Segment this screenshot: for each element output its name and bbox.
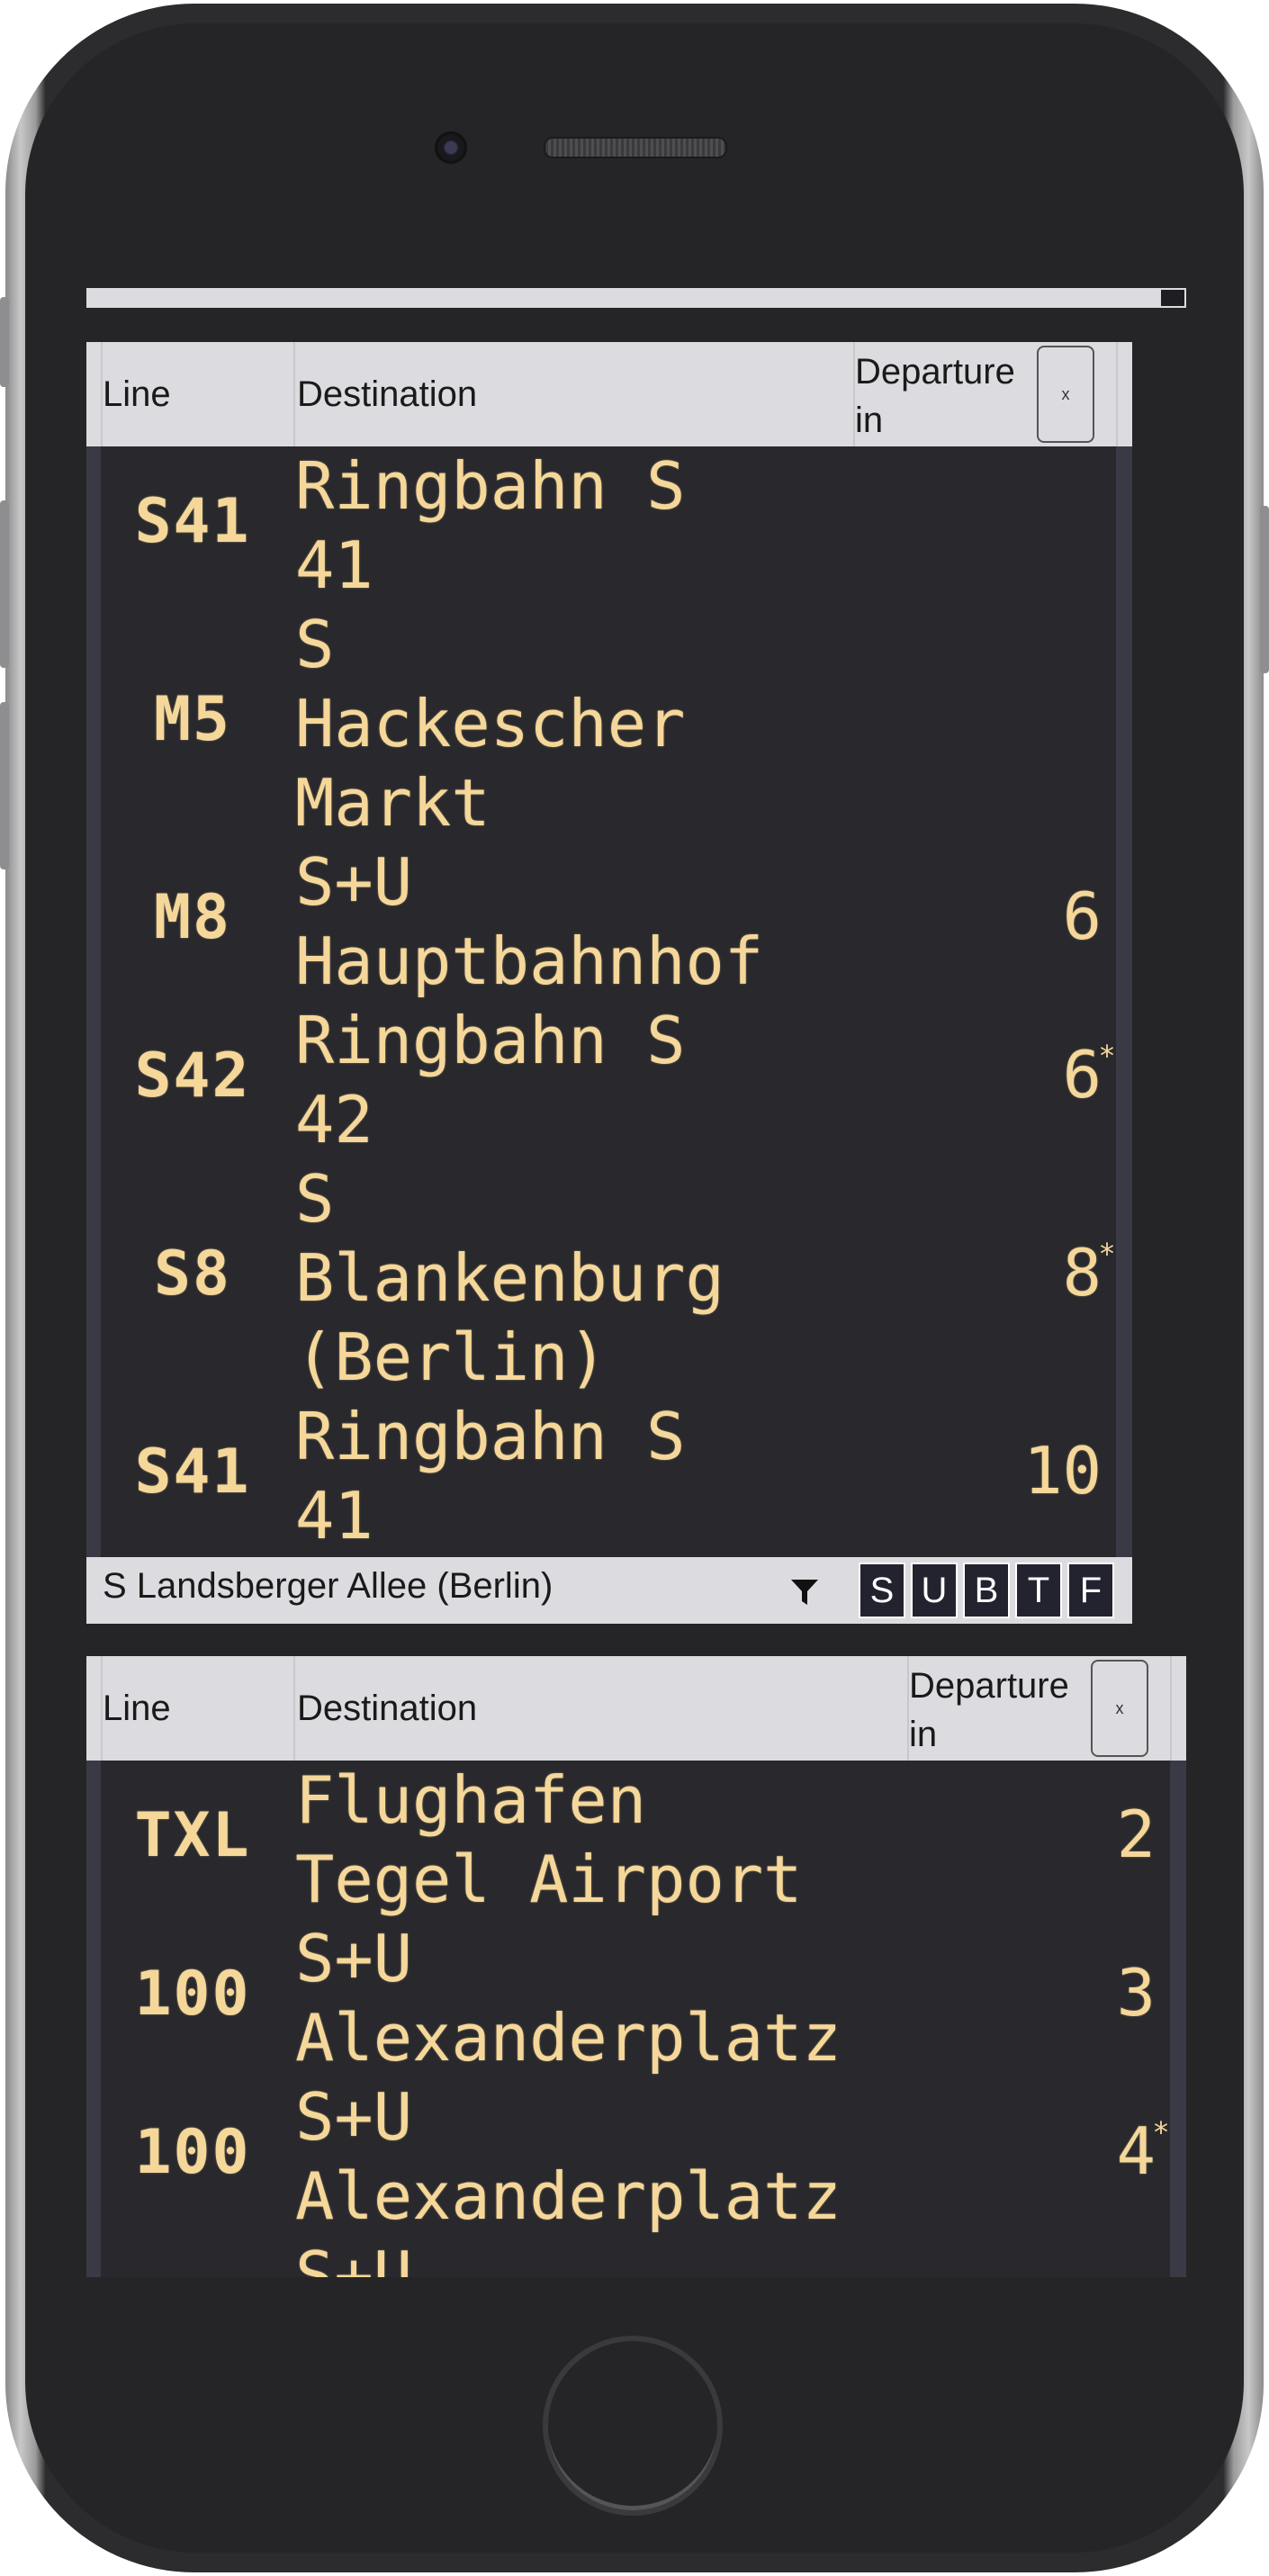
table-header: Line Destination Departure in x [86,342,1132,446]
departure-row[interactable]: M5 S Hackescher Markt [86,605,1132,842]
close-board-button[interactable]: x [1091,1660,1148,1757]
mode-button-s[interactable]: S [859,1563,905,1618]
power-button [1260,506,1269,673]
departure-minutes: 3 [1116,1955,1156,2031]
line-label: M8 [154,882,231,953]
realtime-marker: * [1100,1039,1114,1073]
header-line: Line [103,1689,171,1728]
destination-label: S+U [295,2238,413,2277]
departure-minutes: 2 [1116,1797,1156,1872]
destination-label: S+U Alexanderplatz [295,1921,842,2076]
header-departure: Departure in [909,1666,1069,1754]
departure-row[interactable]: S42 Ringbahn S 42 6 * [86,1001,1132,1159]
mute-switch [0,297,9,387]
header-divider [1116,342,1118,446]
realtime-marker: * [1100,1237,1114,1271]
departure-minutes: 4 [1116,2113,1156,2189]
departure-minutes: 6 [1062,1037,1102,1112]
departure-minutes: 8 [1062,1235,1102,1311]
realtime-marker: * [1154,2115,1168,2149]
station-bar-partial [86,288,1186,308]
departure-row[interactable]: S8 S Blankenburg (Berlin) 8 * [86,1159,1132,1397]
screen: Line Destination Departure in x S41 Ringb… [86,288,1186,2277]
line-label: M5 [154,684,231,755]
departure-row[interactable]: S+U [86,2236,1186,2277]
table-header: Line Destination Departure in x [86,1656,1186,1761]
destination-label: Ringbahn S 41 [295,1399,686,1554]
close-board-button[interactable]: x [1037,346,1094,443]
line-label: 100 [134,1959,251,2030]
line-label: 100 [134,2117,251,2188]
front-camera [435,131,467,164]
departure-row[interactable]: TXL Flughafen Tegel Airport 2 [86,1761,1186,1919]
line-label: S41 [134,486,251,557]
station-name[interactable]: S Landsberger Allee (Berlin) [103,1566,553,1607]
mode-button-partial[interactable] [1159,288,1186,308]
header-destination: Destination [297,1689,478,1728]
header-divider [293,342,295,446]
speaker-grille [544,137,727,158]
header-line: Line [103,374,171,414]
filter-icon[interactable] [790,1579,819,1606]
volume-up-button [0,500,9,668]
destination-label: Ringbahn S 42 [295,1003,686,1157]
departure-board-1: Line Destination Departure in x S41 Ringb… [86,342,1132,1557]
destination-label: S+U Alexanderplatz [295,2079,842,2234]
destination-label: Flughafen Tegel Airport [295,1762,803,1917]
destination-label: S Blankenburg (Berlin) [295,1161,724,1395]
home-button[interactable] [543,2336,723,2516]
destination-label: S+U Hauptbahnhof [295,844,764,999]
mode-button-t[interactable]: T [1015,1563,1062,1618]
line-label: TXL [134,1800,251,1871]
departure-row[interactable]: S41 Ringbahn S 41 10 [86,1397,1132,1555]
destination-label: Ringbahn S 41 [295,448,686,603]
header-divider [293,1656,295,1761]
mode-button-u[interactable]: U [911,1563,958,1618]
destination-label: S Hackescher Markt [295,607,686,841]
line-label: S42 [134,1040,251,1112]
station-bar: S Landsberger Allee (Berlin) SUBTF [86,1557,1132,1624]
departure-minutes: 6 [1062,878,1102,954]
departure-row[interactable]: M8 S+U Hauptbahnhof 6 [86,842,1132,1001]
departure-minutes: 10 [1023,1433,1102,1509]
header-destination: Destination [297,374,478,414]
mode-button-b[interactable]: B [963,1563,1010,1618]
departure-row[interactable]: 100 S+U Alexanderplatz 3 [86,1919,1186,2077]
departure-row[interactable]: 100 S+U Alexanderplatz 4 * [86,2077,1186,2236]
departure-row[interactable]: S41 Ringbahn S 41 [86,446,1132,605]
line-label: S8 [154,1238,231,1310]
departure-board-2: Line Destination Departure in x TXL Flugh… [86,1656,1186,2277]
volume-down-button [0,702,9,869]
mode-button-f[interactable]: F [1067,1563,1114,1618]
header-divider [1170,1656,1172,1761]
line-label: S41 [134,1437,251,1508]
header-departure: Departure in [855,352,1015,440]
